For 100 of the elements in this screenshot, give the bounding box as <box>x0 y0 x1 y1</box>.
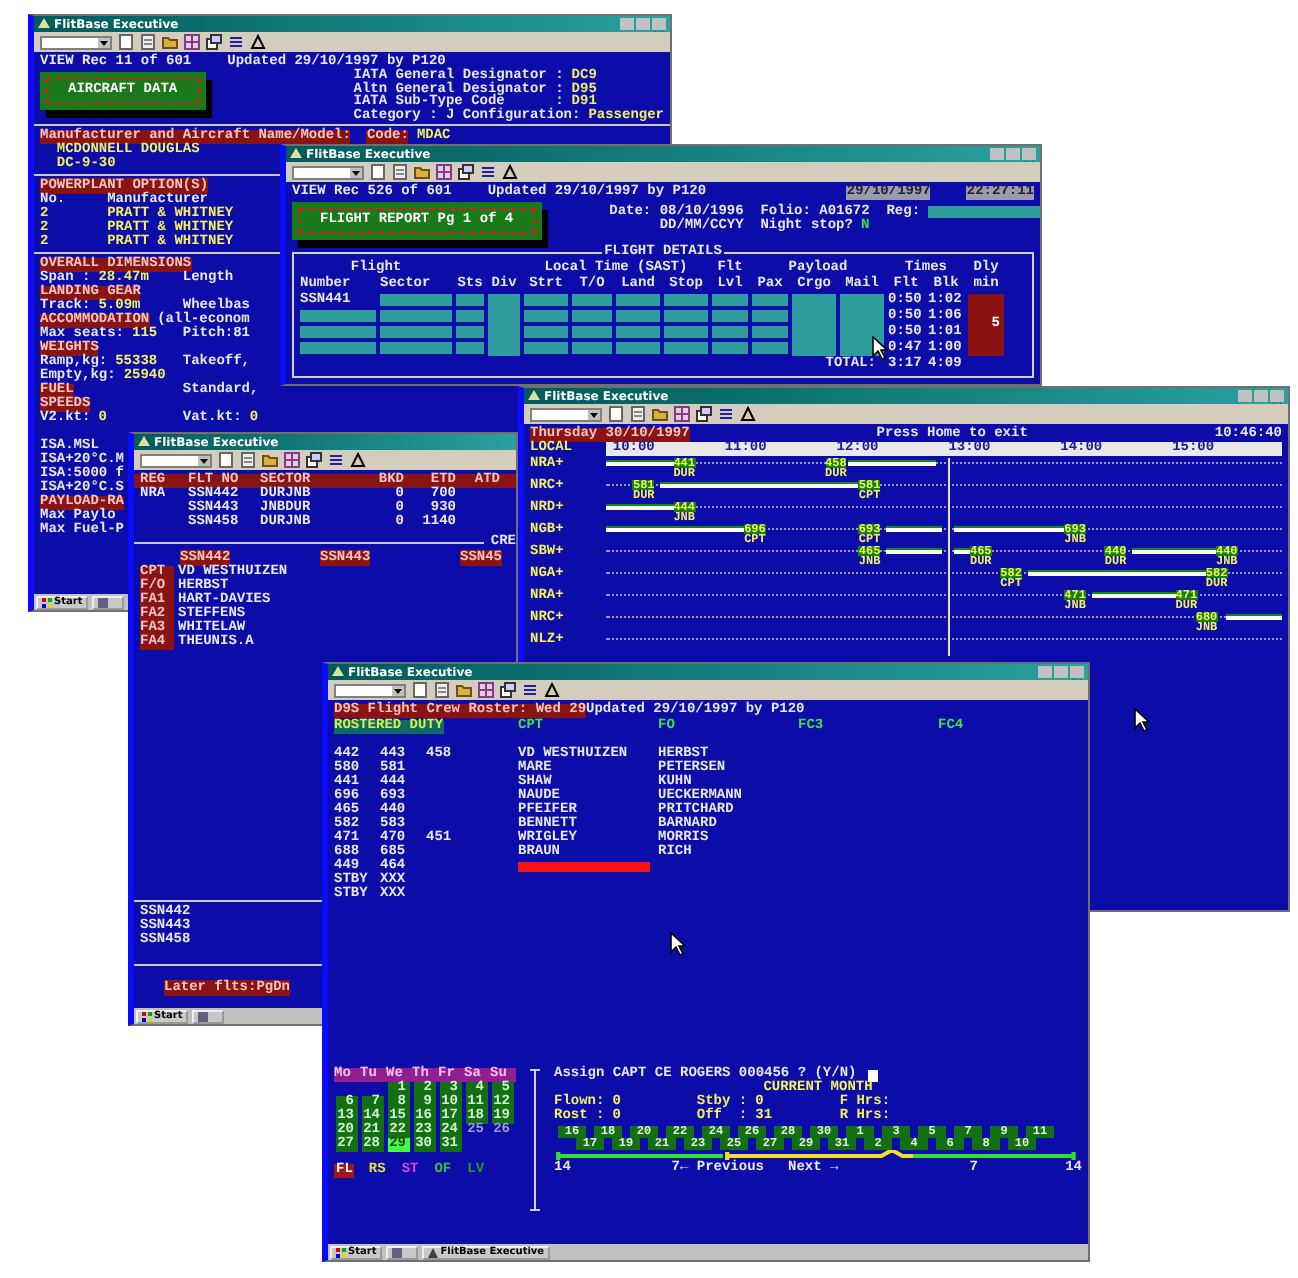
input-field[interactable] <box>300 310 376 322</box>
input-field[interactable] <box>664 294 708 306</box>
list-icon[interactable] <box>718 406 734 422</box>
grid-icon[interactable] <box>674 406 690 422</box>
square-icon <box>98 597 109 607</box>
document-icon[interactable] <box>412 682 428 698</box>
taskbar-button[interactable] <box>92 595 125 609</box>
document-icon[interactable] <box>392 164 408 180</box>
mouse-cursor-icon <box>670 932 686 956</box>
grid-icon[interactable] <box>478 682 494 698</box>
view-dropdown[interactable] <box>292 165 364 179</box>
document-icon[interactable] <box>370 164 386 180</box>
triangle-icon[interactable] <box>740 406 756 422</box>
input-field[interactable] <box>524 342 568 354</box>
dropdown-arrow-icon <box>588 409 600 419</box>
flight-bar[interactable] <box>885 526 943 532</box>
windows-icon[interactable] <box>458 164 474 180</box>
input-field[interactable] <box>664 326 708 338</box>
input-field[interactable] <box>616 310 660 322</box>
input-field[interactable] <box>792 294 836 356</box>
input-field[interactable] <box>300 342 376 354</box>
input-field[interactable] <box>524 310 568 322</box>
triangle-icon[interactable] <box>544 682 560 698</box>
input-field[interactable] <box>616 326 660 338</box>
input-field[interactable] <box>752 294 788 306</box>
input-field[interactable] <box>380 294 452 306</box>
input-field[interactable] <box>752 342 788 354</box>
triangle-icon[interactable] <box>350 452 366 468</box>
document-icon[interactable] <box>218 452 234 468</box>
taskbar-button[interactable] <box>192 1009 225 1023</box>
triangle-icon[interactable] <box>502 164 518 180</box>
windows-icon[interactable] <box>206 34 222 50</box>
input-field[interactable] <box>712 342 748 354</box>
list-icon[interactable] <box>522 682 538 698</box>
windows-icon[interactable] <box>696 406 712 422</box>
windows-icon[interactable] <box>500 682 516 698</box>
triangle-icon <box>38 18 50 30</box>
input-field[interactable] <box>712 310 748 322</box>
input-field[interactable] <box>456 326 484 338</box>
dropdown-arrow-icon <box>350 167 362 177</box>
input-field[interactable] <box>524 326 568 338</box>
input-field[interactable] <box>572 294 612 306</box>
grid-icon[interactable] <box>284 452 300 468</box>
input-field[interactable] <box>300 326 376 338</box>
input-field[interactable] <box>928 206 1040 218</box>
input-field[interactable] <box>752 310 788 322</box>
document-icon[interactable] <box>630 406 646 422</box>
grid-icon[interactable] <box>436 164 452 180</box>
input-field[interactable] <box>840 294 884 356</box>
triangle-icon <box>332 666 344 678</box>
input-field[interactable] <box>380 326 452 338</box>
dropdown-arrow-icon <box>98 37 110 47</box>
input-field[interactable] <box>572 326 612 338</box>
triangle-icon <box>290 148 302 160</box>
input-field[interactable] <box>712 294 748 306</box>
windows-logo-icon <box>42 597 52 607</box>
windows-logo-icon <box>336 1247 346 1257</box>
list-icon[interactable] <box>480 164 496 180</box>
windows-logo-icon <box>142 1011 152 1021</box>
document-icon[interactable] <box>118 34 134 50</box>
input-field[interactable] <box>524 294 568 306</box>
flight-bar[interactable] <box>885 548 943 554</box>
bracket-icon <box>528 1068 542 1212</box>
taskbar-button[interactable] <box>386 1245 419 1259</box>
input-field[interactable] <box>456 342 484 354</box>
view-dropdown[interactable] <box>40 35 112 49</box>
input-field[interactable] <box>572 310 612 322</box>
input-field[interactable] <box>712 326 748 338</box>
square-icon <box>392 1247 403 1257</box>
dropdown-arrow-icon <box>392 685 404 695</box>
triangle-icon <box>428 1247 439 1257</box>
view-dropdown[interactable] <box>334 683 406 697</box>
input-field[interactable] <box>572 342 612 354</box>
document-icon[interactable] <box>140 34 156 50</box>
grid-icon[interactable] <box>184 34 200 50</box>
triangle-icon[interactable] <box>250 34 266 50</box>
input-field[interactable] <box>616 342 660 354</box>
input-field[interactable] <box>752 326 788 338</box>
list-icon[interactable] <box>228 34 244 50</box>
input-field[interactable] <box>616 294 660 306</box>
mouse-cursor-icon <box>1134 708 1150 732</box>
triangle-icon <box>528 390 540 402</box>
document-icon[interactable] <box>608 406 624 422</box>
input-field[interactable] <box>456 294 484 306</box>
input-field[interactable] <box>488 294 520 356</box>
input-field[interactable] <box>380 342 452 354</box>
input-field[interactable] <box>380 310 452 322</box>
list-icon[interactable] <box>328 452 344 468</box>
view-dropdown[interactable] <box>530 407 602 421</box>
mouse-cursor-icon <box>872 336 888 360</box>
triangle-icon <box>138 436 150 448</box>
windows-icon[interactable] <box>306 452 322 468</box>
square-icon <box>198 1011 209 1021</box>
input-field[interactable] <box>664 342 708 354</box>
input-field[interactable] <box>456 310 484 322</box>
dropdown-arrow-icon <box>198 455 210 465</box>
document-icon[interactable] <box>434 682 450 698</box>
view-dropdown[interactable] <box>140 453 212 467</box>
input-field[interactable] <box>664 310 708 322</box>
document-icon[interactable] <box>240 452 256 468</box>
